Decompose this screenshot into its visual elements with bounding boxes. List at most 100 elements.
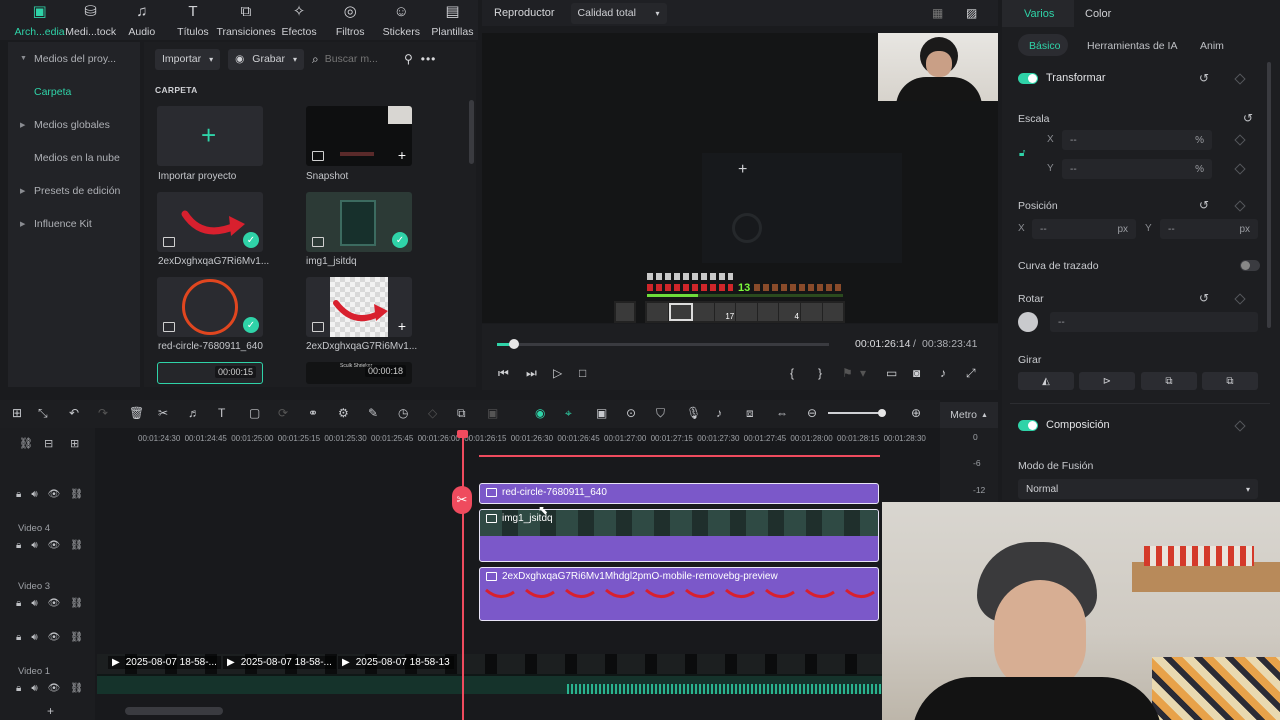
video1-clip-3[interactable]: ▶ 2025-08-07 18-58-13 (338, 656, 454, 669)
eye-icon[interactable]: 👁︎ (48, 489, 61, 500)
delete-icon[interactable]: 🗑︎ (129, 406, 144, 420)
more-icon[interactable]: ••• (421, 52, 437, 66)
lock-icon[interactable]: 🔒︎ (16, 598, 21, 609)
volume-icon[interactable]: 🔊︎ (31, 632, 37, 643)
reset-icon[interactable]: ↺ (1199, 71, 1209, 85)
import-project-tile[interactable]: + (157, 106, 263, 166)
add-icon[interactable]: + (398, 318, 406, 334)
fit-icon[interactable]: ⇔ (776, 406, 788, 420)
stop-icon[interactable]: □ (579, 366, 586, 380)
media-thumb-video[interactable]: Sculk Shrieker 00:00:18 (306, 362, 412, 384)
rotate-left-button[interactable]: ⧉ (1202, 372, 1258, 390)
rotate-right-button[interactable]: ⧉ (1141, 372, 1197, 390)
video1-clip-2[interactable]: ▶ 2025-08-07 18-58-... (223, 656, 336, 669)
camera-icon[interactable]: ◙ (913, 366, 920, 380)
library-nav-item-3[interactable]: Medios en la nube (8, 141, 140, 174)
add-track-icon[interactable]: ⊞ (70, 437, 79, 450)
position-y-input[interactable]: -- px (1160, 219, 1258, 239)
zoom-out-icon[interactable]: ⊖ (807, 406, 817, 420)
media-thumb-video-selected[interactable]: 00:00:15 (157, 362, 263, 384)
transform-toggle[interactable] (1018, 72, 1038, 84)
text-icon[interactable]: T (218, 406, 225, 420)
library-nav-item-5[interactable]: ▶ Influence Kit (8, 207, 140, 240)
scale-y-input[interactable]: --% (1062, 159, 1212, 179)
replace-icon[interactable]: ⧈ (746, 406, 754, 421)
next-frame-icon[interactable]: ⏭ (526, 366, 537, 381)
meter-toggle[interactable]: Metro ▲ (940, 402, 998, 428)
top-tab-5[interactable]: ✧ Efectos (274, 0, 325, 40)
volume-icon[interactable]: 🔊︎ (31, 598, 37, 609)
tab-color[interactable]: Color (1085, 8, 1111, 20)
ai-icon[interactable]: ⚙ (338, 406, 349, 420)
mask-icon[interactable]: ▣ (487, 406, 498, 420)
play-icon[interactable]: ▷ (553, 366, 562, 380)
filter-icon[interactable]: ⚲ (404, 52, 413, 66)
timeline-scrollbar[interactable] (125, 707, 223, 715)
image-view-icon[interactable]: ▨ (966, 6, 977, 20)
redo-icon[interactable]: ↷ (98, 406, 108, 420)
reset-icon[interactable]: ↺ (1199, 198, 1209, 212)
top-tab-8[interactable]: ▤ Plantillas (427, 0, 478, 40)
playhead-handle[interactable] (457, 430, 468, 438)
link-icon[interactable]: ⛓ (70, 489, 83, 500)
top-tab-3[interactable]: T Títulos (167, 0, 218, 40)
top-tab-0[interactable]: ▣ Arch...edia (14, 0, 65, 40)
media-thumb-img1[interactable]: ✓ (306, 192, 412, 252)
preview-render-icon[interactable]: ⊙ (626, 406, 636, 420)
mark-out-icon[interactable]: } (818, 366, 822, 380)
ai-assistant-icon[interactable]: ◉ (535, 406, 545, 420)
reset-icon[interactable]: ↺ (1199, 291, 1209, 305)
split-scissors-icon[interactable]: ✂ (158, 406, 168, 420)
render-icon[interactable]: ▣ (596, 406, 607, 420)
marker-icon[interactable]: ⚑ (842, 366, 853, 380)
playhead[interactable] (462, 431, 464, 720)
add-icon[interactable]: + (398, 147, 406, 163)
library-nav-item-2[interactable]: ▶ Medios globales (8, 108, 140, 141)
top-tab-1[interactable]: ⛁ Medi...tock (65, 0, 116, 40)
library-scrollbar[interactable] (469, 100, 474, 164)
clip-red-circle[interactable]: red-circle-7680911_640 (479, 483, 879, 504)
playback-progress-track[interactable] (497, 343, 829, 346)
previous-frame-icon[interactable]: ⏮ (498, 366, 509, 381)
group-icon[interactable]: ⧉ (457, 406, 466, 421)
volume-icon[interactable]: 🔊︎ (31, 683, 37, 694)
properties-scrollbar[interactable] (1267, 62, 1271, 328)
eye-icon[interactable]: 👁︎ (48, 540, 61, 551)
add-track-button[interactable]: + (47, 704, 54, 718)
rotate-input[interactable]: -- (1050, 312, 1258, 332)
lock-icon[interactable]: 🔓︎ (1019, 148, 1025, 159)
edit-icon[interactable]: ✎ (368, 406, 378, 420)
eye-icon[interactable]: 👁︎ (48, 598, 61, 609)
import-dropdown[interactable]: Importar ▾ (155, 48, 221, 70)
search-input[interactable] (324, 53, 391, 65)
composition-toggle[interactable] (1018, 419, 1038, 431)
grid-view-icon[interactable]: ▦ (932, 6, 943, 20)
top-tab-4[interactable]: ⧉ Transiciones (216, 0, 275, 40)
media-thumb-snapshot[interactable]: + (306, 106, 412, 166)
subtab-animation[interactable]: Anim (1200, 40, 1224, 52)
rotate-dial[interactable] (1018, 312, 1038, 332)
link-icon[interactable]: ⛓ (70, 632, 83, 643)
zoom-in-icon[interactable]: ⊕ (911, 406, 921, 420)
flip-vertical-button[interactable]: ⊳ (1079, 372, 1135, 390)
video1-clip-1[interactable]: ▶ 2025-08-07 18-58-... (108, 656, 221, 669)
library-nav-item-4[interactable]: ▶ Presets de edición (8, 174, 140, 207)
zoom-slider-knob[interactable] (878, 409, 886, 417)
reset-icon[interactable]: ↺ (1243, 111, 1253, 125)
layout-icon[interactable]: ⊞ (12, 406, 22, 420)
lock-icon[interactable]: 🔒︎ (16, 489, 21, 500)
snap-icon[interactable]: ⌖ (565, 406, 572, 421)
audio-icon[interactable]: ♬ (188, 406, 200, 420)
clip-arrow[interactable]: 2exDxghxqaG7Ri6Mv1Mhdgl2pmO-mobile-remov… (479, 567, 879, 621)
mark-in-icon[interactable]: { (790, 366, 794, 380)
color-icon[interactable]: ⚭ (308, 406, 318, 420)
link-icon[interactable]: ⛓ (70, 598, 83, 609)
quality-dropdown[interactable]: Calidad total ▾ (570, 2, 667, 24)
position-x-input[interactable]: -- px (1032, 219, 1136, 239)
record-dropdown[interactable]: ◉ Grabar ▾ (228, 48, 304, 70)
screen-icon[interactable]: ▭ (886, 366, 897, 380)
subtab-basico[interactable]: Básico (1029, 40, 1061, 52)
volume-icon[interactable]: 🔊︎ (31, 540, 37, 551)
crop-icon[interactable]: ▢ (249, 406, 260, 420)
link-icon[interactable]: ⛓ (19, 437, 33, 450)
